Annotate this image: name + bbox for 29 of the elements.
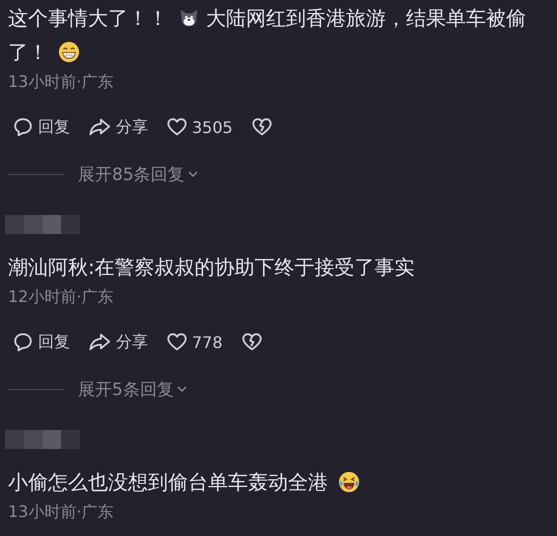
dislike-button[interactable] xyxy=(240,331,263,353)
comment-time-location: 12小时前·广东 xyxy=(8,286,114,308)
comment-text: 潮汕阿秋:在警察叔叔的协助下终于接受了事实 xyxy=(8,255,415,279)
share-button[interactable]: 分享 xyxy=(88,116,148,138)
expand-replies-button[interactable]: 展开85条回复 xyxy=(78,162,199,186)
broken-heart-icon xyxy=(250,116,273,138)
dislike-button[interactable] xyxy=(250,116,273,138)
share-button[interactable]: 分享 xyxy=(88,331,148,353)
heart-icon xyxy=(166,116,188,138)
like-button[interactable]: 3505 xyxy=(166,116,233,138)
laughing-face-icon xyxy=(338,471,360,493)
reply-button[interactable]: 回复 xyxy=(12,116,70,138)
comment-icon xyxy=(12,116,34,138)
share-arrow-icon xyxy=(88,116,112,138)
expand-replies-button[interactable]: 展开5条回复 xyxy=(78,378,188,400)
comment-icon xyxy=(12,331,34,353)
comment-time-location: 13小时前·广东 xyxy=(8,501,114,523)
comment-text: 了！ xyxy=(8,40,48,64)
heart-icon xyxy=(166,331,188,353)
comment-time-location: 13小时前·广东 xyxy=(8,71,114,93)
comment-text: 这个事情大了！！ xyxy=(8,6,168,30)
comment-text: 大陆网红到香港旅游，结果单车被偷 xyxy=(206,6,526,30)
broken-heart-icon xyxy=(240,331,263,353)
comment-text: 小偷怎么也没想到偷台单车轰动全港 xyxy=(8,470,328,494)
share-arrow-icon xyxy=(88,331,112,353)
reply-button[interactable]: 回复 xyxy=(12,331,70,353)
grinning-face-icon xyxy=(58,41,80,63)
like-button[interactable]: 778 xyxy=(166,331,223,353)
cat-face-icon xyxy=(178,7,200,29)
